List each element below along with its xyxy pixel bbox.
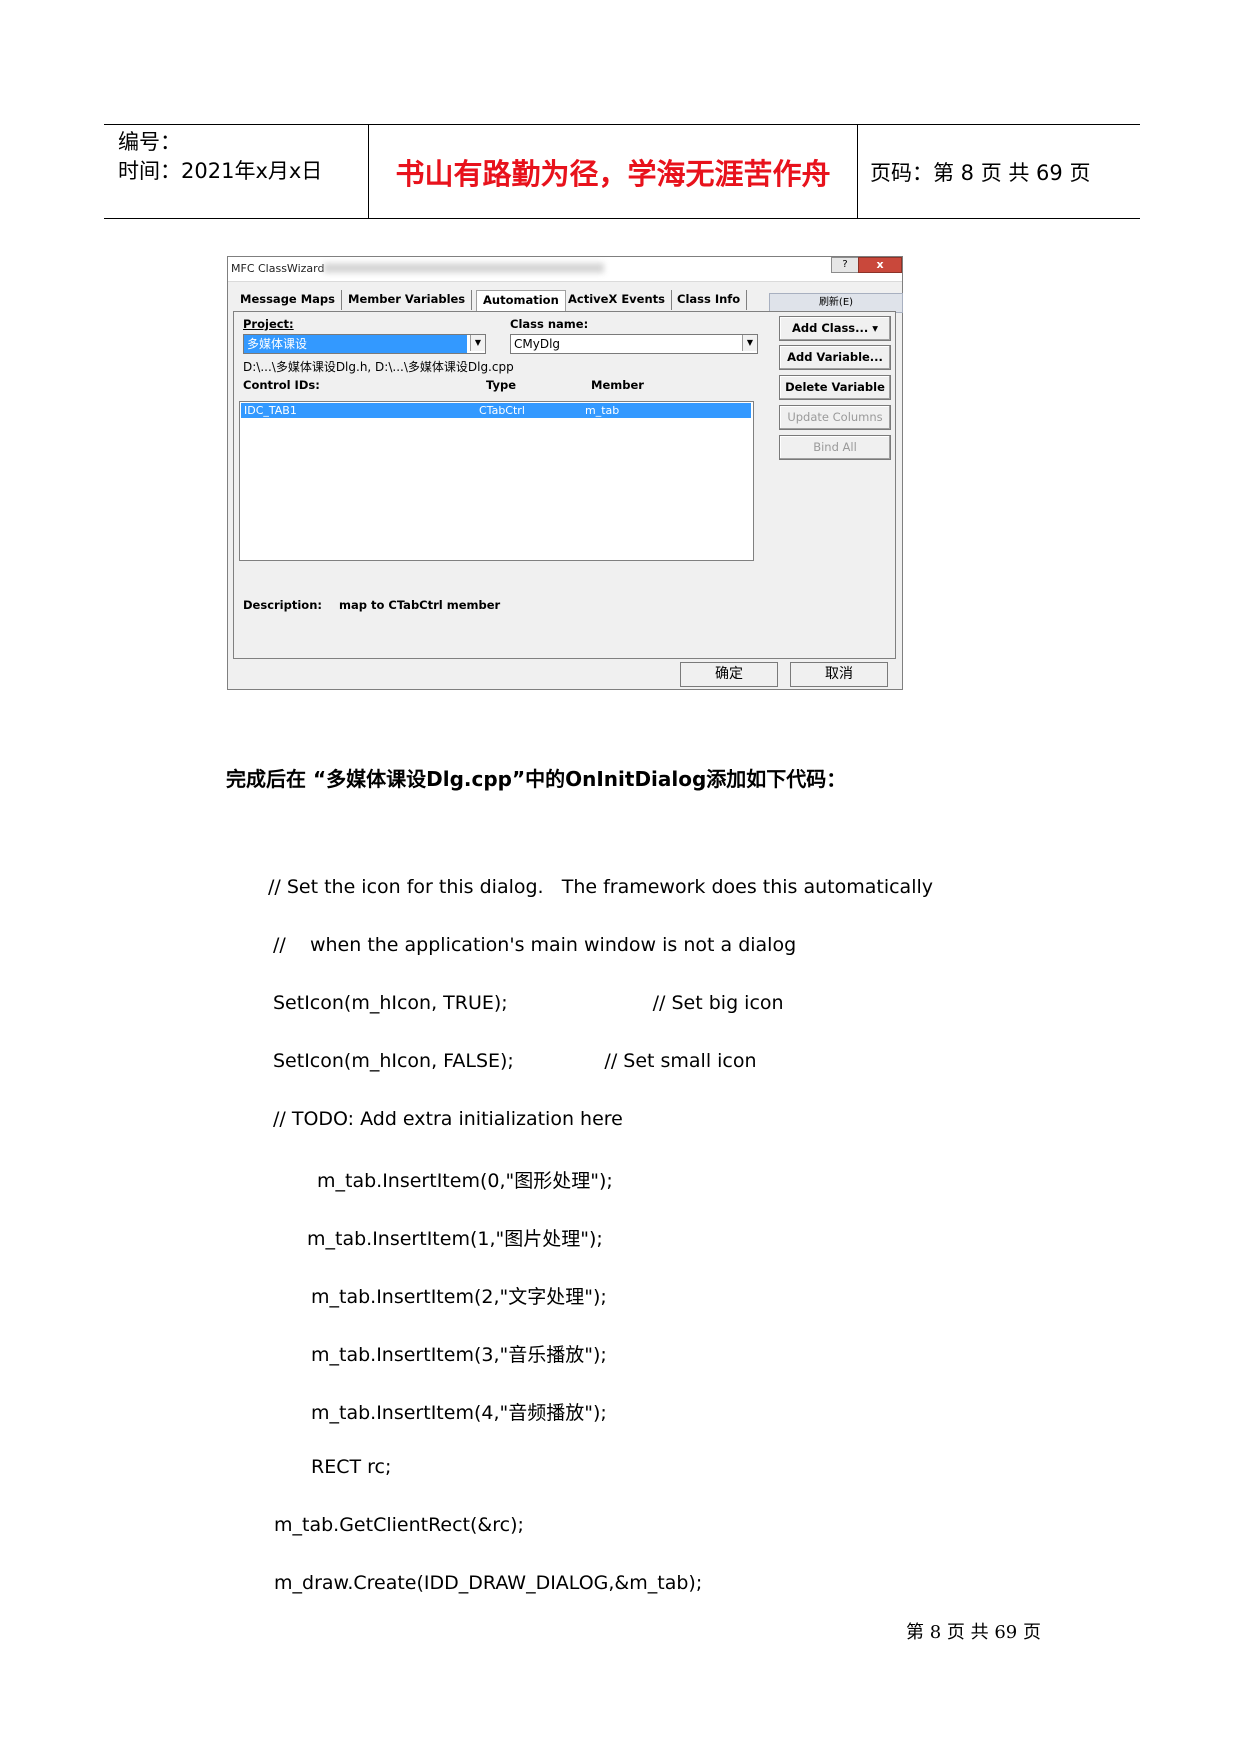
header-number: 编号： [118,130,181,154]
chevron-down-icon[interactable]: ▼ [742,335,757,351]
footer-page-number: 第 8 页 共 69 页 [906,1622,1041,1643]
page-header: 编号： 时间：2021年x月x日 书山有路勤为径，学海无涯苦作舟 页码：第 8 … [104,124,1140,219]
delete-variable-button[interactable]: Delete Variable [779,375,891,400]
tab-class-info[interactable]: Class Info [671,290,748,310]
project-label: Project: [243,317,294,331]
file-path: D:\...\多媒体课设Dlg.h, D:\...\多媒体课设Dlg.cpp [243,360,514,374]
code-line: m_tab.InsertItem(2,"文字处理"); [311,1286,607,1308]
cancel-button[interactable]: 取消 [790,662,888,687]
code-line: // TODO: Add extra initialization here [273,1108,623,1130]
close-button[interactable]: x [858,257,902,273]
add-class-button[interactable]: Add Class... ▾ [779,316,891,341]
code-line: m_tab.GetClientRect(&rc); [274,1514,524,1536]
member-header: Member [591,378,644,392]
control-id-cell: IDC_TAB1 [244,404,297,417]
code-line: m_tab.InsertItem(0,"图形处理"); [317,1170,613,1192]
tab-automation[interactable]: Automation [476,290,566,311]
header-page-number: 页码：第 8 页 共 69 页 [870,161,1091,185]
project-value: 多媒体课设 [244,335,467,353]
help-button[interactable]: ? [831,257,859,273]
dialog-title: MFC ClassWizard [231,262,325,275]
code-line: m_draw.Create(IDD_DRAW_DIALOG,&m_tab); [274,1572,703,1594]
header-divider [857,125,858,218]
member-cell: m_tab [585,404,620,417]
blurred-title-text [324,263,604,273]
ok-button[interactable]: 确定 [680,662,778,687]
header-motto: 书山有路勤为径，学海无涯苦作舟 [395,156,831,191]
type-cell: CTabCtrl [479,404,525,417]
chevron-down-icon[interactable]: ▼ [470,335,485,351]
tab-member-variables[interactable]: Member Variables [342,290,473,310]
description-value: map to CTabCtrl member [339,598,501,612]
tab-message-maps[interactable]: Message Maps [234,290,343,310]
class-name-value: CMyDlg [514,337,561,351]
section-heading: 完成后在 “多媒体课设Dlg.cpp”中的OnInitDialog添加如下代码： [226,767,847,791]
header-time: 时间：2021年x月x日 [118,159,323,183]
code-line: // Set the icon for this dialog. The fra… [268,876,933,898]
code-line: // when the application's main window is… [273,934,797,956]
class-name-combo[interactable]: CMyDlg ▼ [510,334,758,354]
refresh-button[interactable]: 刷新(E) [769,293,903,313]
code-line: m_tab.InsertItem(3,"音乐播放"); [311,1344,607,1366]
mfc-classwizard-dialog: MFC ClassWizard ? x Message Maps Member … [227,256,903,690]
code-line: SetIcon(m_hIcon, FALSE); // Set small ic… [273,1050,757,1072]
add-variable-button[interactable]: Add Variable... [779,345,891,370]
code-line: m_tab.InsertItem(1,"图片处理"); [307,1228,603,1250]
class-name-label: Class name: [510,317,589,331]
bind-all-button[interactable]: Bind All [779,435,891,460]
header-meta: 编号： 时间：2021年x月x日 [118,128,322,186]
description-label: Description: [243,598,322,612]
project-combo[interactable]: 多媒体课设 ▼ [243,334,486,354]
variables-list[interactable]: IDC_TAB1 CTabCtrl m_tab [239,401,754,561]
code-line: m_tab.InsertItem(4,"音频播放"); [311,1402,607,1424]
dialog-titlebar: MFC ClassWizard ? x [228,257,902,282]
code-line: RECT rc; [311,1456,392,1478]
table-row[interactable]: IDC_TAB1 CTabCtrl m_tab [241,403,751,418]
code-line: SetIcon(m_hIcon, TRUE); // Set big icon [273,992,784,1014]
control-ids-header: Control IDs: [243,378,320,392]
type-header: Type [486,378,517,392]
update-columns-button[interactable]: Update Columns [779,405,891,430]
tab-activex-events[interactable]: ActiveX Events [562,290,673,310]
